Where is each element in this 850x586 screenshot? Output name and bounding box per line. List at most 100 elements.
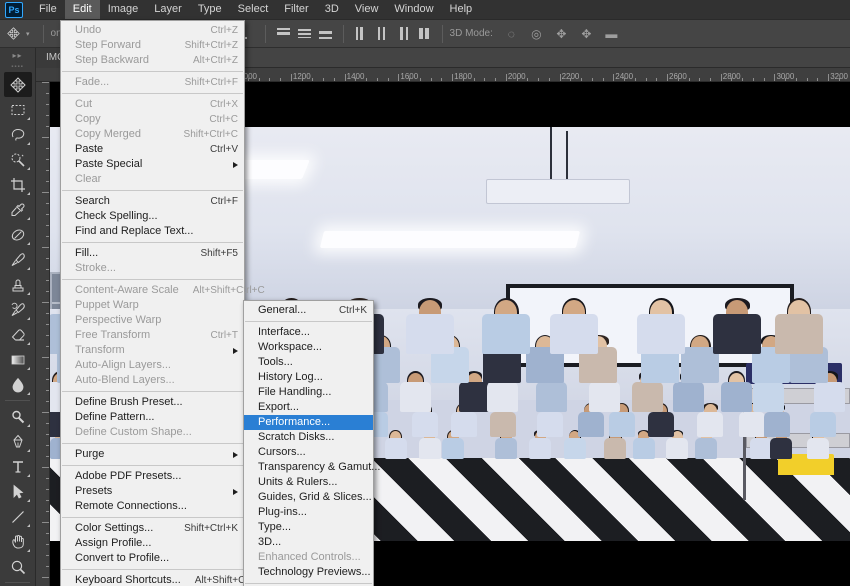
lasso-tool[interactable] <box>4 122 32 147</box>
eraser-tool[interactable] <box>4 322 32 347</box>
brush-tool[interactable] <box>4 247 32 272</box>
prefs-item-export[interactable]: Export... <box>244 400 373 415</box>
ruler-minor-tick <box>46 148 49 149</box>
menu-item-search[interactable]: SearchCtrl+F <box>61 194 244 209</box>
menu-item-find-and-replace-text[interactable]: Find and Replace Text... <box>61 224 244 239</box>
menubar-item-select[interactable]: Select <box>230 0 277 19</box>
prefs-item-history-log[interactable]: History Log... <box>244 370 373 385</box>
ruler-minor-tick <box>689 78 690 81</box>
path-selection-tool[interactable] <box>4 479 32 504</box>
zoom-tool[interactable] <box>4 554 32 579</box>
ruler-minor-tick <box>46 269 49 270</box>
menu-item-paste-special[interactable]: Paste Special <box>61 157 244 172</box>
menubar-item-filter[interactable]: Filter <box>276 0 316 19</box>
crop-tool[interactable] <box>4 172 32 197</box>
menu-item-purge[interactable]: Purge <box>61 447 244 462</box>
menu-item-remote-connections[interactable]: Remote Connections... <box>61 499 244 514</box>
ruler-minor-tick <box>635 78 636 81</box>
prefs-item-general[interactable]: General...Ctrl+K <box>244 303 373 318</box>
menu-item-color-settings[interactable]: Color Settings...Shift+Ctrl+K <box>61 521 244 536</box>
current-tool-icon[interactable] <box>0 21 26 47</box>
menu-item-define-pattern[interactable]: Define Pattern... <box>61 410 244 425</box>
prefs-item-scratch-disks[interactable]: Scratch Disks... <box>244 430 373 445</box>
prefs-item-transparency-gamut[interactable]: Transparency & Gamut... <box>244 460 373 475</box>
distribute-spacing-icon[interactable] <box>416 25 433 42</box>
slide-3d-object-icon[interactable]: ✥ <box>577 25 596 42</box>
menu-item-adobe-pdf-presets[interactable]: Adobe PDF Presets... <box>61 469 244 484</box>
menu-item-define-brush-preset[interactable]: Define Brush Preset... <box>61 395 244 410</box>
edit-menu[interactable]: UndoCtrl+ZStep ForwardShift+Ctrl+ZStep B… <box>60 20 245 586</box>
spot-healing-brush-tool[interactable] <box>4 222 32 247</box>
quick-selection-tool[interactable] <box>4 147 32 172</box>
history-brush-tool[interactable] <box>4 297 32 322</box>
ruler-minor-tick <box>431 78 432 81</box>
ruler-minor-tick <box>46 456 49 457</box>
ruler-minor-tick <box>42 247 49 248</box>
menu-item-assign-profile[interactable]: Assign Profile... <box>61 536 244 551</box>
menu-item-label: Copy Merged <box>75 127 170 142</box>
menubar-item-layer[interactable]: Layer <box>146 0 190 19</box>
menu-item-convert-to-profile[interactable]: Convert to Profile... <box>61 551 244 566</box>
tool-submenu-corner-icon <box>27 392 30 395</box>
distribute-right-icon[interactable] <box>395 25 412 42</box>
prefs-item-performance[interactable]: Performance... <box>244 415 373 430</box>
rectangular-marquee-tool[interactable] <box>4 97 32 122</box>
menu-item-check-spelling[interactable]: Check Spelling... <box>61 209 244 224</box>
gradient-tool[interactable] <box>4 347 32 372</box>
student-torso <box>721 382 752 412</box>
menubar-item-3d[interactable]: 3D <box>317 0 347 19</box>
menubar-item-type[interactable]: Type <box>190 0 230 19</box>
menubar-item-help[interactable]: Help <box>442 0 481 19</box>
distribute-horizontal-center-icon[interactable] <box>374 25 391 42</box>
prefs-item-type[interactable]: Type... <box>244 520 373 535</box>
menu-item-presets[interactable]: Presets <box>61 484 244 499</box>
menubar-item-window[interactable]: Window <box>386 0 441 19</box>
toolbar-divider <box>5 400 30 401</box>
student-torso <box>750 438 772 459</box>
options-divider <box>265 25 266 43</box>
menubar-item-file[interactable]: File <box>31 0 65 19</box>
move-tool[interactable] <box>4 72 32 97</box>
distribute-top-icon[interactable] <box>275 25 292 42</box>
ruler-minor-tick <box>46 225 49 226</box>
menu-item-keyboard-shortcuts[interactable]: Keyboard Shortcuts...Alt+Shift+Ctrl+K <box>61 573 244 586</box>
line-tool[interactable] <box>4 504 32 529</box>
eyedropper-tool[interactable] <box>4 197 32 222</box>
menu-item-label: Assign Profile... <box>75 536 238 551</box>
prefs-item-3d[interactable]: 3D... <box>244 535 373 550</box>
clone-stamp-tool[interactable] <box>4 272 32 297</box>
blur-tool[interactable] <box>4 372 32 397</box>
drag-3d-object-icon[interactable]: ✥ <box>552 25 571 42</box>
distribute-bottom-icon[interactable] <box>317 25 334 42</box>
horizontal-type-tool[interactable] <box>4 454 32 479</box>
distribute-left-icon[interactable] <box>353 25 370 42</box>
prefs-item-cursors[interactable]: Cursors... <box>244 445 373 460</box>
vertical-ruler[interactable] <box>36 82 50 586</box>
prefs-item-workspace[interactable]: Workspace... <box>244 340 373 355</box>
menu-item-label: Fill... <box>75 246 186 261</box>
prefs-item-guides-grid-slices[interactable]: Guides, Grid & Slices... <box>244 490 373 505</box>
prefs-item-units-rulers[interactable]: Units & Rulers... <box>244 475 373 490</box>
menubar-item-edit[interactable]: Edit <box>65 0 100 19</box>
pen-tool[interactable] <box>4 429 32 454</box>
prefs-item-interface[interactable]: Interface... <box>244 325 373 340</box>
menu-item-fill[interactable]: Fill...Shift+F5 <box>61 246 244 261</box>
menubar-item-view[interactable]: View <box>347 0 387 19</box>
prefs-item-file-handling[interactable]: File Handling... <box>244 385 373 400</box>
menu-item-paste[interactable]: PasteCtrl+V <box>61 142 244 157</box>
tool-preset-chevron-down-icon[interactable]: ▾ <box>26 30 30 38</box>
rotate-3d-object-icon[interactable]: ◌ <box>502 25 521 42</box>
prefs-item-plug-ins[interactable]: Plug-ins... <box>244 505 373 520</box>
ruler-minor-tick <box>46 434 49 435</box>
distribute-vertical-center-icon[interactable] <box>296 25 313 42</box>
dodge-tool[interactable] <box>4 404 32 429</box>
scale-3d-object-icon[interactable]: ▬ <box>602 25 621 42</box>
prefs-item-tools[interactable]: Tools... <box>244 355 373 370</box>
roll-3d-object-icon[interactable]: ◎ <box>527 25 546 42</box>
menubar-item-image[interactable]: Image <box>100 0 147 19</box>
ruler-minor-tick <box>46 170 49 171</box>
panel-grip-icon[interactable]: ▸▸ <box>0 50 35 61</box>
preferences-submenu[interactable]: General...Ctrl+K Interface...Workspace...… <box>243 300 374 586</box>
hand-tool[interactable] <box>4 529 32 554</box>
prefs-item-technology-previews[interactable]: Technology Previews... <box>244 565 373 580</box>
